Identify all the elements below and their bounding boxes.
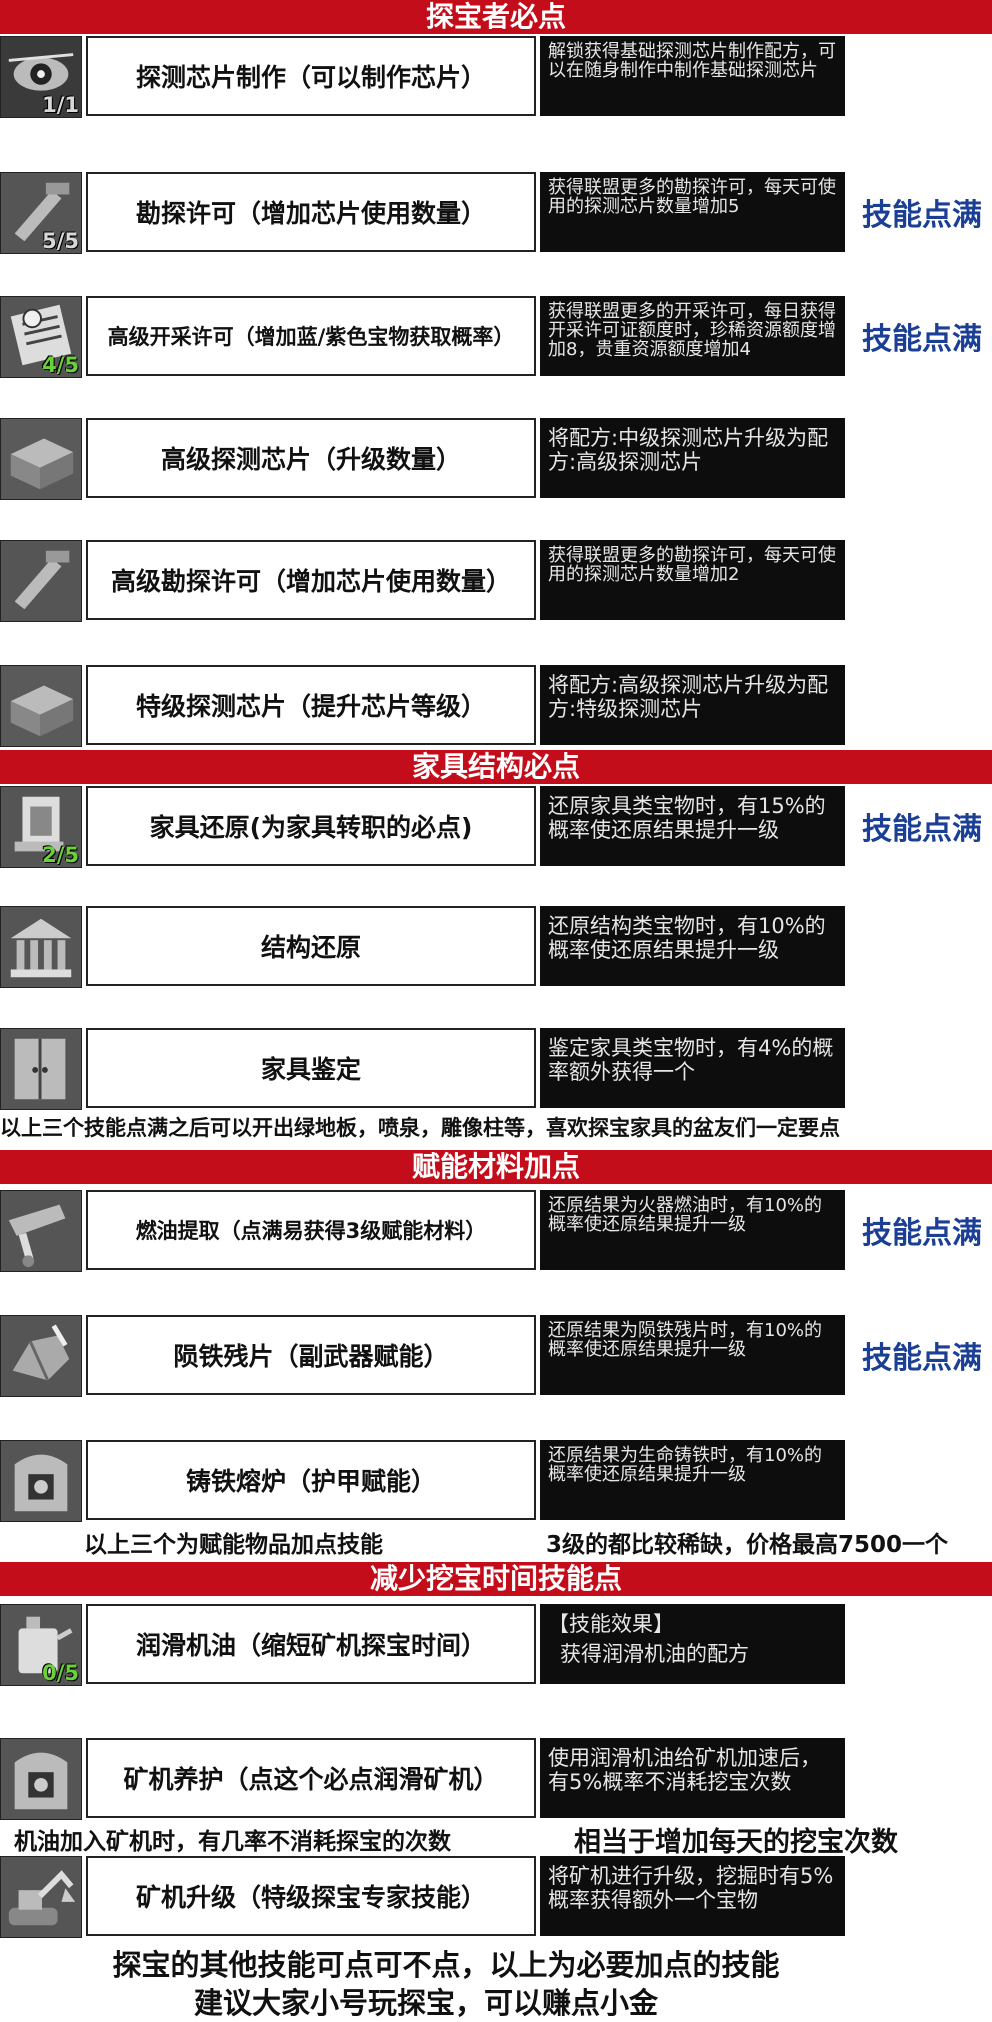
skill-max-label bbox=[852, 906, 992, 986]
skill-name: 家具鉴定 bbox=[86, 1028, 536, 1108]
skill-name: 家具还原(为家具转职的必点) bbox=[86, 786, 536, 866]
skill-description: 还原结果为生命铸铁时，有10%的概率使还原结果提升一级 bbox=[540, 1440, 845, 1520]
section-note-left: 以上三个为赋能物品加点技能 bbox=[84, 1532, 383, 1558]
eye-icon: 1/1 bbox=[0, 36, 82, 118]
excavator-icon bbox=[0, 1856, 82, 1938]
skill-description: 鉴定家具类宝物时，有4%的概率额外获得一个 bbox=[540, 1028, 845, 1108]
skill-level: 5/5 bbox=[42, 229, 79, 253]
permit-document-icon: 4/5 bbox=[0, 296, 82, 378]
fuel-pipe-icon bbox=[0, 1190, 82, 1272]
skill-max-label bbox=[852, 36, 992, 116]
skill-max-label: 技能点满 bbox=[862, 198, 982, 233]
skill-effect-text: 获得润滑机油的配方 bbox=[560, 1642, 749, 1666]
skill-max-label bbox=[852, 665, 992, 745]
skill-level: 1/1 bbox=[42, 93, 79, 117]
chip-box-icon bbox=[0, 665, 82, 747]
skill-description: 还原家具类宝物时，有15%的概率使还原结果提升一级 bbox=[540, 786, 845, 866]
section-note-left: 机油加入矿机时，有几率不消耗探宝的次数 bbox=[14, 1829, 451, 1855]
skill-max-label: 技能点满 bbox=[862, 812, 982, 847]
skill-name: 探测芯片制作（可以制作芯片） bbox=[86, 36, 536, 116]
building-icon bbox=[0, 906, 82, 988]
skill-description: 获得联盟更多的勘探许可，每天可使用的探测芯片数量增加2 bbox=[540, 540, 845, 620]
skill-max-label: 技能点满 bbox=[862, 1341, 982, 1376]
furniture-icon: 2/5 bbox=[0, 786, 82, 868]
skill-description: 获得联盟更多的勘探许可，每天可使用的探测芯片数量增加5 bbox=[540, 172, 845, 252]
skill-max-label: 技能点满 bbox=[862, 322, 982, 357]
skill-name: 高级开采许可（增加蓝/紫色宝物获取概率） bbox=[86, 296, 536, 376]
skill-name: 矿机养护（点这个必点润滑矿机） bbox=[86, 1738, 536, 1818]
skill-max-label bbox=[852, 418, 992, 498]
skill-description: 使用润滑机油给矿机加速后，有5%概率不消耗挖宝次数 bbox=[540, 1738, 845, 1818]
skill-name: 勘探许可（增加芯片使用数量） bbox=[86, 172, 536, 252]
skill-max-label bbox=[852, 1440, 992, 1520]
skill-max-label bbox=[852, 1604, 992, 1684]
furnace-icon bbox=[0, 1738, 82, 1820]
skill-name: 润滑机油（缩短矿机探宝时间） bbox=[86, 1604, 536, 1684]
skill-name: 结构还原 bbox=[86, 906, 536, 986]
section-note: 以上三个技能点满之后可以开出绿地板，喷泉，雕像柱等，喜欢探宝家具的盆友们一定要点 bbox=[0, 1116, 840, 1140]
skill-name: 铸铁熔炉（护甲赋能） bbox=[86, 1440, 536, 1520]
skill-description: 还原结果为火器燃油时，有10%的概率使还原结果提升一级 bbox=[540, 1190, 845, 1270]
section-banner-treasure-hunter: 探宝者必点 bbox=[0, 0, 992, 34]
skill-max-label bbox=[852, 1738, 992, 1818]
skill-max-label: 技能点满 bbox=[862, 1216, 982, 1251]
skill-level: 0/5 bbox=[42, 1661, 79, 1685]
furnace-icon bbox=[0, 1440, 82, 1522]
meteor-shard-icon bbox=[0, 1315, 82, 1397]
skill-level: 4/5 bbox=[42, 353, 79, 377]
skill-name: 矿机升级（特级探宝专家技能） bbox=[86, 1856, 536, 1936]
chip-box-icon bbox=[0, 418, 82, 500]
skill-description: 【技能效果】 获得润滑机油的配方 bbox=[540, 1604, 845, 1684]
skill-name: 高级探测芯片（升级数量） bbox=[86, 418, 536, 498]
skill-level: 2/5 bbox=[42, 843, 79, 867]
skill-name: 高级勘探许可（增加芯片使用数量） bbox=[86, 540, 536, 620]
footer-line-1: 探宝的其他技能可点可不点，以上为必要加点的技能 bbox=[112, 1948, 780, 1982]
skill-max-label bbox=[852, 1028, 992, 1108]
skill-name: 陨铁残片（副武器赋能） bbox=[86, 1315, 536, 1395]
drill-tool-icon bbox=[0, 540, 82, 622]
skill-effect-header: 【技能效果】 bbox=[548, 1612, 674, 1636]
oil-can-icon: 0/5 bbox=[0, 1604, 82, 1686]
skill-description: 获得联盟更多的开采许可，每日获得开采许可证额度时，珍稀资源额度增加8，贵重资源额… bbox=[540, 296, 845, 376]
cabinet-icon bbox=[0, 1028, 82, 1110]
skill-name: 特级探测芯片（提升芯片等级） bbox=[86, 665, 536, 745]
drill-tool-icon: 5/5 bbox=[0, 172, 82, 254]
skill-max-label bbox=[852, 1856, 992, 1936]
skill-description: 解锁获得基础探测芯片制作配方，可以在随身制作中制作基础探测芯片 bbox=[540, 36, 845, 116]
skill-description: 将矿机进行升级，挖掘时有5%概率获得额外一个宝物 bbox=[540, 1856, 845, 1936]
section-note-right: 3级的都比较稀缺，价格最高7500一个 bbox=[546, 1532, 949, 1558]
section-banner-empower: 赋能材料加点 bbox=[0, 1150, 992, 1184]
skill-description: 将配方:中级探测芯片升级为配方:高级探测芯片 bbox=[540, 418, 845, 498]
skill-description: 还原结构类宝物时，有10%的概率使还原结果提升一级 bbox=[540, 906, 845, 986]
skill-description: 还原结果为陨铁残片时，有10%的概率使还原结果提升一级 bbox=[540, 1315, 845, 1395]
section-banner-dig-time: 减少挖宝时间技能点 bbox=[0, 1562, 992, 1596]
skill-name: 燃油提取（点满易获得3级赋能材料） bbox=[86, 1190, 536, 1270]
section-banner-furniture: 家具结构必点 bbox=[0, 750, 992, 784]
skill-description: 将配方:高级探测芯片升级为配方:特级探测芯片 bbox=[540, 665, 845, 745]
skill-max-label bbox=[852, 540, 992, 620]
section-note-right: 相当于增加每天的挖宝次数 bbox=[574, 1827, 898, 1858]
